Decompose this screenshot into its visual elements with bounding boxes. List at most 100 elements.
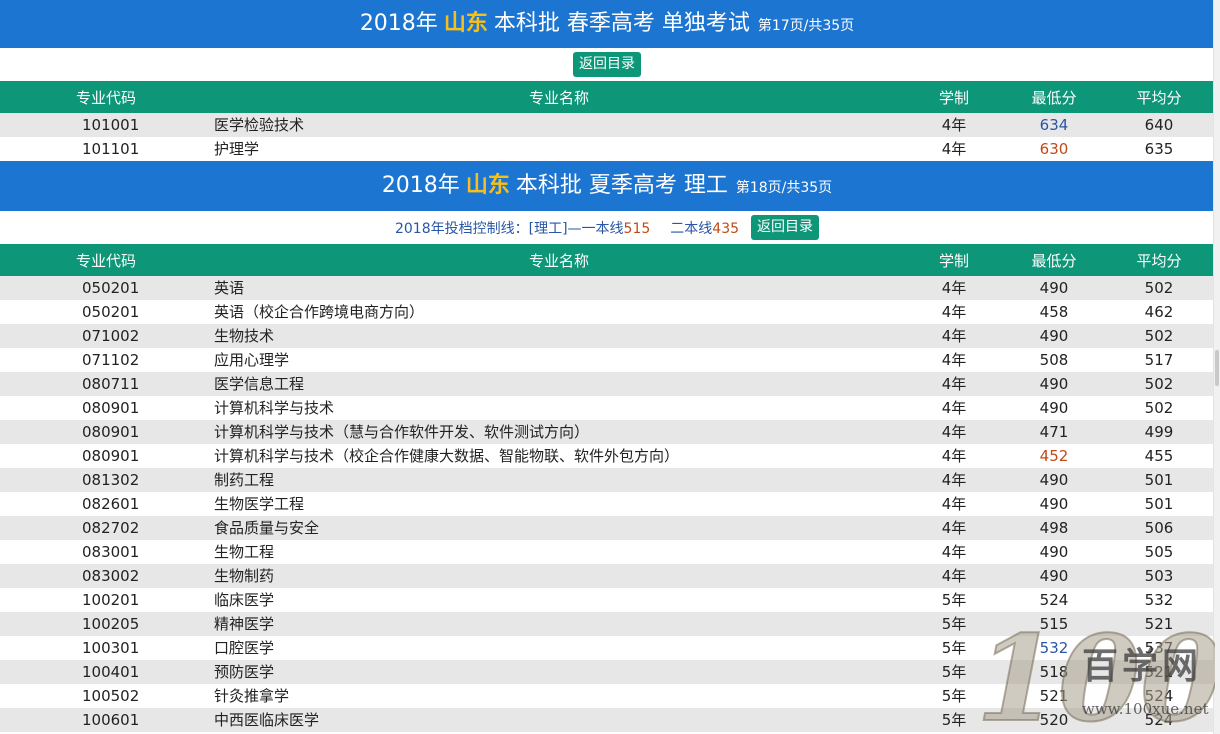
avg-score-cell: 517 (1144, 351, 1174, 369)
avg-score-cell: 502 (1144, 279, 1174, 297)
section2-title-suffix: 本科批 夏季高考 理工 (515, 173, 728, 198)
min-score-cell: 520 (1039, 711, 1069, 729)
section1-province: 山东 (443, 11, 488, 36)
section1-title-prefix: 2018年 (359, 11, 438, 36)
major-code-cell: 071002 (82, 327, 140, 345)
avg-score-cell: 635 (1144, 140, 1174, 158)
avg-score-cell: 640 (1144, 116, 1174, 134)
major-code-cell: 100401 (82, 663, 140, 681)
table-row: 082702 食品质量与安全 4年 498 506 (0, 516, 1214, 540)
table-row: 100502 针灸推拿学 5年 521 524 (0, 684, 1214, 708)
header-code: 专业代码 (76, 251, 137, 270)
section1-back-button[interactable]: 返回目录 (573, 52, 641, 77)
major-name-cell: 口腔医学 (214, 639, 275, 657)
avg-score-cell: 521 (1144, 663, 1174, 681)
avg-score-cell: 532 (1144, 591, 1174, 609)
avg-score-cell: 501 (1144, 471, 1174, 489)
page: 2018年 山东 本科批 春季高考 单独考试 第17页/共35页 返回目录 专业代码 … (0, 0, 1214, 732)
avg-score-cell: 501 (1144, 495, 1174, 513)
avg-score-cell: 505 (1144, 543, 1174, 561)
study-length-cell: 4年 (941, 116, 967, 134)
study-length-cell: 4年 (941, 327, 967, 345)
avg-score-cell: 462 (1144, 303, 1174, 321)
table-row: 100301 口腔医学 5年 532 537 (0, 636, 1214, 660)
header-avg-score: 平均分 (1136, 251, 1182, 270)
control-line-first-value: 515 (623, 220, 651, 237)
section1-table-body: 101001 医学检验技术 4年 634 640 101101 护理学 4年 630 635 (0, 113, 1214, 161)
table-row: 100201 临床医学 5年 524 532 (0, 588, 1214, 612)
section2-province: 山东 (465, 173, 510, 198)
header-avg-score: 平均分 (1136, 88, 1182, 107)
avg-score-cell: 502 (1144, 399, 1174, 417)
min-score-cell: 490 (1039, 375, 1069, 393)
min-score-cell: 515 (1039, 615, 1069, 633)
table-row: 082601 生物医学工程 4年 490 501 (0, 492, 1214, 516)
avg-score-cell: 521 (1144, 615, 1174, 633)
header-min-score: 最低分 (1031, 88, 1077, 107)
section1-toolbar: 返回目录 (0, 48, 1214, 81)
min-score-cell: 490 (1039, 543, 1069, 561)
avg-score-cell: 502 (1144, 375, 1174, 393)
major-name-cell: 生物制药 (214, 567, 275, 585)
min-score-cell: 634 (1039, 116, 1069, 134)
major-code-cell: 080901 (82, 423, 140, 441)
scrollbar-thumb[interactable] (1215, 350, 1219, 386)
major-code-cell: 082601 (82, 495, 140, 513)
major-code-cell: 101101 (82, 140, 140, 158)
header-name: 专业名称 (528, 88, 589, 107)
min-score-cell: 508 (1039, 351, 1069, 369)
section2-back-button[interactable]: 返回目录 (751, 215, 820, 240)
major-name-cell: 护理学 (214, 140, 260, 158)
min-score-cell: 524 (1039, 591, 1069, 609)
major-name-cell: 针灸推拿学 (214, 687, 290, 705)
major-code-cell: 100502 (82, 687, 140, 705)
major-name-cell: 预防医学 (214, 663, 275, 681)
min-score-cell: 452 (1039, 447, 1069, 465)
study-length-cell: 4年 (941, 303, 967, 321)
min-score-cell: 521 (1039, 687, 1069, 705)
avg-score-cell: 503 (1144, 567, 1174, 585)
min-score-cell: 471 (1039, 423, 1069, 441)
section1-page-info: 第17页/共35页 (757, 18, 855, 34)
major-code-cell: 050201 (82, 279, 140, 297)
table-row: 080901 计算机科学与技术（校企合作健康大数据、智能物联、软件外包方向） 4年 4… (0, 444, 1214, 468)
table-row: 050201 英语 4年 490 502 (0, 276, 1214, 300)
control-line-second-label: 二本线 (670, 220, 713, 237)
major-name-cell: 临床医学 (214, 591, 275, 609)
min-score-cell: 490 (1039, 567, 1069, 585)
control-line-label: 2018年投档控制线：[理工]—一本线 (394, 220, 624, 237)
avg-score-cell: 524 (1144, 687, 1174, 705)
study-length-cell: 4年 (941, 495, 967, 513)
vertical-scrollbar[interactable] (1213, 0, 1220, 734)
avg-score-cell: 499 (1144, 423, 1174, 441)
table-row: 101001 医学检验技术 4年 634 640 (0, 113, 1214, 137)
section1-header-row: 专业代码 专业名称 学制 最低分 平均分 (0, 81, 1214, 113)
table-row: 080711 医学信息工程 4年 490 502 (0, 372, 1214, 396)
section2-page-info: 第18页/共35页 (735, 180, 833, 196)
study-length-cell: 4年 (941, 567, 967, 585)
section1-table: 专业代码 专业名称 学制 最低分 平均分 101001 医学检验技术 4年 634 64… (0, 81, 1214, 161)
section2-banner: 2018年 山东 本科批 夏季高考 理工 第18页/共35页 (0, 161, 1214, 211)
major-name-cell: 医学检验技术 (214, 116, 305, 134)
table-row: 071002 生物技术 4年 490 502 (0, 324, 1214, 348)
table-row: 083002 生物制药 4年 490 503 (0, 564, 1214, 588)
study-length-cell: 4年 (941, 519, 967, 537)
major-name-cell: 英语 (214, 279, 245, 297)
table-row: 081302 制药工程 4年 490 501 (0, 468, 1214, 492)
major-code-cell: 100601 (82, 711, 140, 729)
major-code-cell: 081302 (82, 471, 140, 489)
study-length-cell: 4年 (941, 351, 967, 369)
major-name-cell: 应用心理学 (214, 351, 290, 369)
major-code-cell: 082702 (82, 519, 140, 537)
study-length-cell: 4年 (941, 471, 967, 489)
section2-table-body: 050201 英语 4年 490 502 050201 英语（校企合作跨境电商方向） 4年 45… (0, 276, 1214, 732)
section1-title-suffix: 本科批 春季高考 单独考试 (493, 11, 750, 36)
major-name-cell: 英语（校企合作跨境电商方向） (214, 303, 425, 321)
major-name-cell: 制药工程 (214, 471, 275, 489)
section2-title-prefix: 2018年 (381, 173, 460, 198)
min-score-cell: 630 (1039, 140, 1069, 158)
min-score-cell: 490 (1039, 327, 1069, 345)
table-row: 101101 护理学 4年 630 635 (0, 137, 1214, 161)
major-code-cell: 083002 (82, 567, 140, 585)
min-score-cell: 490 (1039, 399, 1069, 417)
